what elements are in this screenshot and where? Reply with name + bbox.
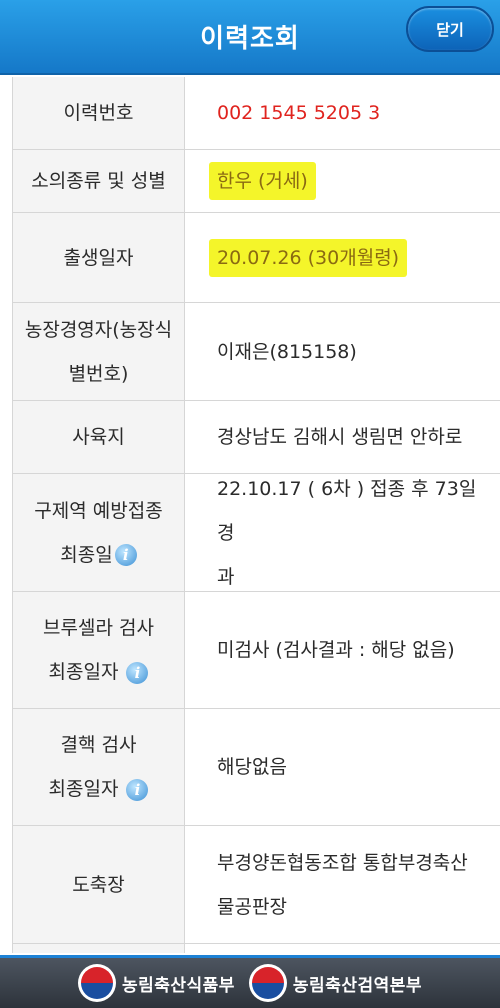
brucella-test-value: 미검사 (검사결과 : 해당 없음)	[217, 639, 455, 661]
footer-org-label: 농림축산식품부	[121, 975, 235, 996]
taegeuk-icon	[77, 964, 116, 1002]
table-row-breed-sex: 소의종류 및 성별 한우 (거세)	[13, 150, 500, 213]
table-row-brucella-test: 브루셀라 검사 최종일자 i 미검사 (검사결과 : 해당 없음)	[13, 592, 500, 709]
trace-info-table: 이력번호 002 1545 5205 3 소의종류 및 성별 한우 (거세) 출…	[12, 77, 500, 953]
footer-org-label: 농림축산검역본부	[292, 975, 423, 996]
row-label-line1: 브루셀라 검사	[43, 617, 154, 639]
row-label: 구제역 예방접종 최종일 i	[13, 474, 185, 591]
row-label: 소의종류 및 성별	[13, 150, 185, 212]
info-icon[interactable]: i	[114, 544, 137, 566]
value-line1: 부경양돈협동조합 통합부경축산	[217, 851, 468, 874]
row-label-line1: 농장경영자(농장식	[24, 318, 173, 341]
highlighted-breed-sex: 한우 (거세)	[209, 162, 316, 200]
footer-org-qia[interactable]: 농림축산검역본부	[248, 964, 423, 1002]
info-icon[interactable]: i	[126, 661, 149, 684]
breed-sex-value: 한우 (거세)	[185, 150, 500, 212]
table-row-trace-number: 이력번호 002 1545 5205 3	[13, 77, 500, 150]
row-label: 출생일자	[13, 213, 185, 302]
birth-date-value: 20.07.26 (30개월령)	[185, 213, 500, 302]
header-bar: 이력조회 닫기	[0, 0, 500, 75]
row-label-line2: 최종일자	[48, 661, 119, 683]
table-row-birth-date: 출생일자 20.07.26 (30개월령)	[13, 213, 500, 303]
table-row-farm-owner: 농장경영자(농장식 별번호) 이재은(815158)	[13, 303, 500, 401]
row-label-line2: 최종일자	[48, 778, 119, 800]
row-label	[13, 944, 185, 953]
footer-bar: 농림축산식품부 농림축산검역본부	[0, 955, 500, 1008]
table-row-fmd-vaccination: 구제역 예방접종 최종일 i 22.10.17 ( 6차 ) 접종 후 73일 경…	[13, 474, 500, 592]
tuberculosis-test-value: 해당없음	[217, 756, 287, 778]
table-row-tuberculosis-test: 결핵 검사 최종일자 i 해당없음	[13, 709, 500, 826]
trace-number-value: 002 1545 5205 3	[217, 102, 381, 124]
row-label: 브루셀라 검사 최종일자 i	[13, 592, 185, 708]
info-icon[interactable]: i	[126, 778, 149, 801]
row-label: 이력번호	[13, 77, 185, 149]
value-line2: 물공판장	[217, 895, 287, 918]
row-label-line2: 별번호)	[68, 362, 129, 385]
row-label: 농장경영자(농장식 별번호)	[13, 303, 185, 400]
row-label-line1: 결핵 검사	[60, 734, 137, 756]
row-label: 사육지	[13, 401, 185, 473]
row-label: 도축장	[13, 826, 185, 943]
footer-org-mafra[interactable]: 농림축산식품부	[77, 964, 235, 1002]
table-row-partial	[13, 944, 500, 953]
highlighted-birth-date: 20.07.26 (30개월령)	[209, 238, 408, 277]
table-row-farm-location: 사육지 경상남도 김해시 생림면 안하로	[13, 401, 500, 474]
row-value	[185, 944, 500, 953]
farm-owner-value: 이재은(815158)	[217, 340, 357, 363]
value-line2: 과	[217, 565, 235, 588]
farm-location-value: 경상남도 김해시 생림면 안하로	[217, 426, 463, 448]
page-title: 이력조회	[200, 24, 300, 54]
row-label-line1: 구제역 예방접종	[34, 499, 163, 522]
taegeuk-icon	[248, 964, 287, 1002]
row-label: 결핵 검사 최종일자 i	[13, 709, 185, 825]
fmd-vaccination-value: 22.10.17 ( 6차 ) 접종 후 73일 경 과	[185, 474, 500, 591]
value-line1: 22.10.17 ( 6차 ) 접종 후 73일 경	[217, 477, 477, 544]
table-row-slaughterhouse: 도축장 부경양돈협동조합 통합부경축산 물공판장	[13, 826, 500, 944]
slaughterhouse-value: 부경양돈협동조합 통합부경축산 물공판장	[185, 826, 500, 943]
close-button[interactable]: 닫기	[406, 6, 494, 52]
row-label-line2: 최종일	[60, 543, 113, 566]
